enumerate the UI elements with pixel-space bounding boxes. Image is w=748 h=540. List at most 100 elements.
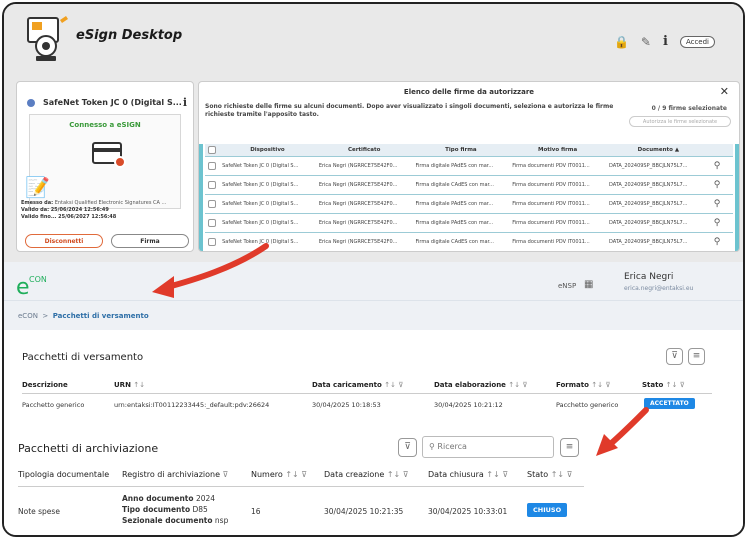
- col-data-chiusura[interactable]: Data chiusura ↑↓ ⊽: [428, 470, 508, 479]
- issuer-value: Entaksi Qualified Electronic Signatures …: [54, 200, 167, 206]
- col-urn[interactable]: URN ↑↓: [114, 381, 145, 389]
- table-row[interactable]: SafeNet Token JC 0 (Digital S... Erica Ne…: [205, 232, 733, 251]
- view-document-icon[interactable]: ⚲: [710, 213, 733, 233]
- cell-motivo-firma: Firma documenti PDV IT0011...: [509, 232, 606, 251]
- filter-icon[interactable]: ⊽: [398, 438, 417, 457]
- table-row[interactable]: SafeNet Token JC 0 (Digital S... Erica Ne…: [205, 194, 733, 214]
- lock-icon[interactable]: 🔒: [614, 35, 629, 49]
- annotation-arrow-icon: [596, 407, 649, 456]
- breadcrumb-root[interactable]: eCON: [18, 312, 38, 320]
- token-row[interactable]: SafeNet Token JC 0 (Digital S... i: [27, 96, 187, 109]
- valid-from-value: 25/06/2024 12:56:49: [50, 207, 109, 213]
- col-numero[interactable]: Numero ↑↓ ⊽: [251, 470, 307, 479]
- checkbox[interactable]: [208, 199, 216, 208]
- signatures-title: Elenco delle firme da autorizzare: [403, 88, 535, 96]
- econ-logo-icon[interactable]: e CON: [16, 270, 46, 296]
- sort-icon: ↑↓ ⊽: [665, 381, 685, 389]
- esign-logo-icon: [27, 16, 68, 61]
- versamento-header-row: Descrizione URN ↑↓ Data caricamento ↑↓ ⊽…: [22, 378, 712, 394]
- table-row[interactable]: SafeNet Token JC 0 (Digital S... Erica Ne…: [205, 213, 733, 233]
- cell-motivo-firma: Firma documenti PDV IT0011...: [509, 156, 606, 176]
- cell-numero: 16: [251, 507, 261, 516]
- cell-data-elaborazione: 30/04/2025 10:21:12: [434, 401, 503, 409]
- signature-document-icon: 📝: [25, 175, 50, 199]
- col-stato[interactable]: Stato ↑↓ ⊽: [527, 470, 573, 479]
- table-edge-left: [199, 144, 203, 251]
- versamento-title: Pacchetti di versamento: [22, 352, 144, 363]
- signatures-body: SafeNet Token JC 0 (Digital S... Erica Ne…: [205, 156, 733, 251]
- cell-certificato: Erica Negri (NGRRCE75E42F0...: [315, 156, 413, 176]
- cell-dispositivo: SafeNet Token JC 0 (Digital S...: [219, 194, 316, 214]
- view-document-icon[interactable]: ⚲: [710, 232, 733, 251]
- cell-data-creazione: 30/04/2025 10:21:35: [324, 507, 404, 516]
- table-row[interactable]: SafeNet Token JC 0 (Digital S... Erica Ne…: [205, 156, 733, 176]
- checkbox[interactable]: [208, 145, 217, 154]
- checkbox[interactable]: [208, 161, 216, 170]
- token-status-dot: [27, 98, 35, 107]
- cell-documento: DATA_202409SP_BBCJLN75L7...: [605, 232, 711, 251]
- menu-icon[interactable]: ≡: [560, 438, 579, 457]
- valid-to-value: 25/06/2027 12:56:48: [58, 214, 117, 220]
- cell-tipo-firma: Firma digitale CAdES con mar...: [412, 232, 510, 251]
- col-data-caricamento[interactable]: Data caricamento ↑↓ ⊽: [312, 381, 403, 389]
- valid-to-label: Valido fino...: [21, 214, 57, 220]
- col-tipologia[interactable]: Tipologia documentale: [18, 470, 109, 479]
- view-document-icon[interactable]: ⚲: [710, 194, 733, 214]
- col-dispositivo[interactable]: Dispositivo: [219, 144, 316, 157]
- view-document-icon[interactable]: ⚲: [710, 156, 733, 176]
- cell-tipo-firma: Firma digitale PAdES con mar...: [412, 213, 510, 233]
- cell-documento: DATA_202409SP_BBCJLN75L7...: [605, 194, 711, 214]
- ensp-label[interactable]: eNSP: [558, 282, 576, 290]
- menu-icon[interactable]: ≡: [688, 348, 705, 365]
- filter-icon[interactable]: ⊽: [666, 348, 683, 365]
- svg-text:e: e: [16, 275, 30, 296]
- col-data-elaborazione[interactable]: Data elaborazione ↑↓ ⊽: [434, 381, 527, 389]
- view-document-icon[interactable]: ⚲: [710, 175, 733, 195]
- annotation-arrow-icon: [152, 243, 269, 298]
- info-icon[interactable]: i: [663, 34, 668, 49]
- checkbox[interactable]: [208, 180, 216, 189]
- user-name[interactable]: Erica Negri: [624, 272, 673, 282]
- table-row[interactable]: SafeNet Token JC 0 (Digital S... Erica Ne…: [205, 175, 733, 195]
- breadcrumb-active: Pacchetti di versamento: [52, 312, 149, 320]
- col-formato[interactable]: Formato ↑↓ ⊽: [556, 381, 610, 389]
- row-select[interactable]: [205, 213, 220, 233]
- row-select[interactable]: [205, 175, 220, 195]
- authorize-button[interactable]: Autorizza le firme selezionate: [629, 116, 731, 127]
- cell-tipo-firma: Firma digitale PAdES con mar...: [412, 194, 510, 214]
- edit-icon[interactable]: ✎: [641, 35, 651, 49]
- esign-desktop-window: eSign Desktop 🔒 ✎ i Accedi SafeNet Token…: [4, 4, 743, 262]
- col-motivo-firma[interactable]: Motivo firma: [509, 144, 606, 157]
- building-icon[interactable]: ▦: [584, 279, 593, 290]
- cell-documento: DATA_202409SP_BBCJLN75L7...: [605, 156, 711, 176]
- sort-icon: ↑↓: [133, 381, 146, 389]
- close-icon[interactable]: ✕: [720, 85, 729, 98]
- select-all-header[interactable]: [205, 144, 220, 157]
- table-edge-right: [735, 144, 739, 251]
- col-documento[interactable]: Documento ▲: [605, 144, 711, 157]
- row-select[interactable]: [205, 156, 220, 176]
- col-stato[interactable]: Stato ↑↓ ⊽: [642, 381, 685, 389]
- cell-certificato: Erica Negri (NGRRCE75E42F0...: [315, 194, 413, 214]
- signatures-panel: Elenco delle firme da autorizzare ✕ Sono…: [198, 81, 740, 252]
- sort-icon: ↑↓ ⊽: [384, 381, 404, 389]
- disconnect-button[interactable]: Disconnetti: [25, 234, 103, 248]
- cell-data-chiusura: 30/04/2025 10:33:01: [428, 507, 508, 516]
- col-descrizione[interactable]: Descrizione: [22, 381, 68, 389]
- token-panel: SafeNet Token JC 0 (Digital S... i Conne…: [16, 81, 194, 252]
- cell-urn: urn:entaksi:IT00112233445:_default:pdv:2…: [114, 401, 270, 409]
- certificate-details: Emesso da: Entaksi Qualified Electronic …: [21, 200, 193, 221]
- col-data-creazione[interactable]: Data creazione ↑↓ ⊽: [324, 470, 409, 479]
- table-row[interactable]: Note spese Anno documento 2024 Tipo docu…: [18, 491, 584, 535]
- checkbox[interactable]: [208, 218, 216, 227]
- search-input[interactable]: ⚲ Ricerca: [422, 436, 554, 458]
- col-tipo-firma[interactable]: Tipo firma: [412, 144, 510, 157]
- token-info-icon[interactable]: i: [183, 96, 187, 109]
- cell-certificato: Erica Negri (NGRRCE75E42F0...: [315, 175, 413, 195]
- row-select[interactable]: [205, 194, 220, 214]
- accedi-button[interactable]: Accedi: [679, 35, 715, 48]
- status-badge: CHIUSO: [527, 503, 568, 517]
- screenshot-frame: eSign Desktop 🔒 ✎ i Accedi SafeNet Token…: [2, 2, 745, 537]
- col-certificato[interactable]: Certificato: [315, 144, 413, 157]
- col-registro[interactable]: Registro di archiviazione ⊽: [122, 470, 228, 479]
